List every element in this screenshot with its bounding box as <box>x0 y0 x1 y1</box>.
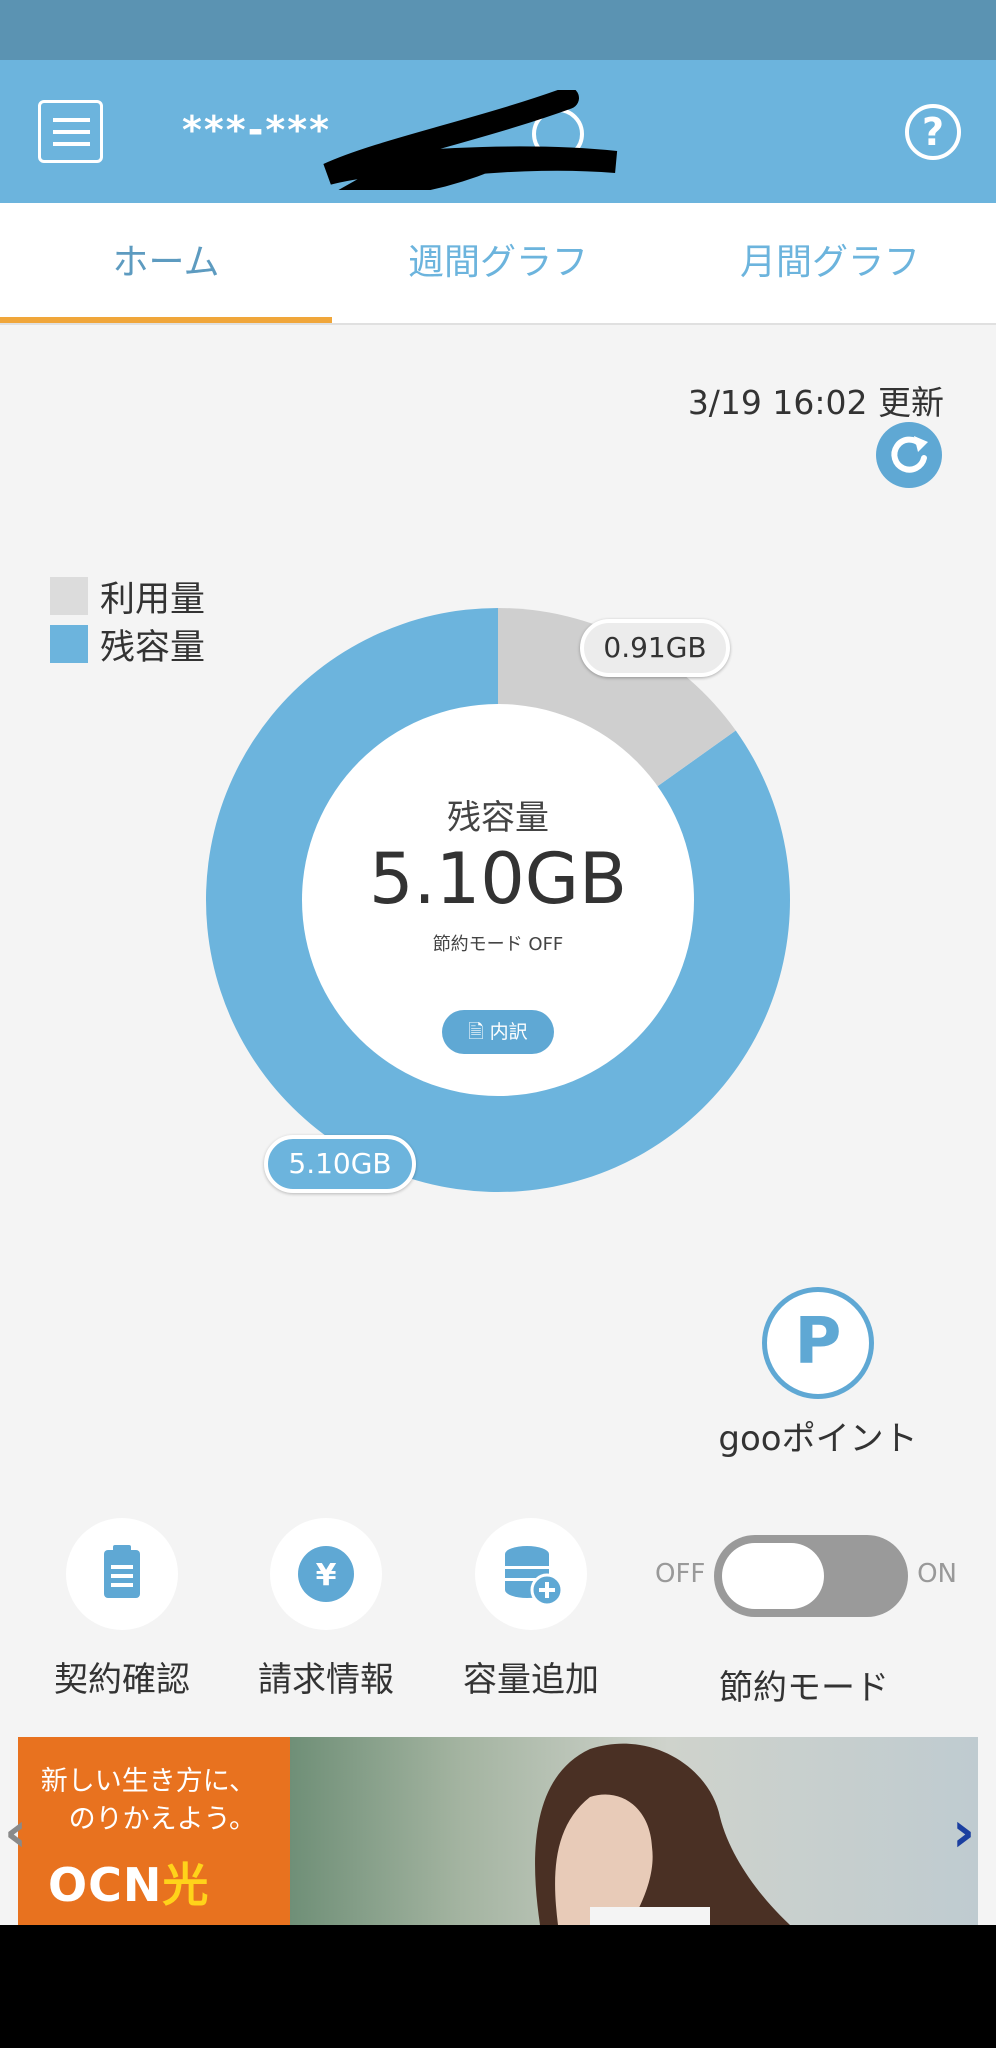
ocn-logo-main: OCN <box>48 1858 163 1912</box>
tab-home[interactable]: ホーム <box>0 203 332 323</box>
tab-weekly-graph[interactable]: 週間グラフ <box>332 203 664 323</box>
clipboard-icon <box>66 1518 178 1630</box>
remaining-value: 5.10GB <box>368 838 628 920</box>
banner-line2: のりかえよう。 <box>68 1804 256 1835</box>
banner-line1: 新しい生き方に、 <box>40 1766 256 1797</box>
account-id[interactable]: ***-*** <box>182 108 331 152</box>
remaining-caption: 残容量 <box>447 798 549 838</box>
banner-tagline: 新しい生き方に、 のりかえよう。 <box>41 1763 256 1839</box>
points-p-icon: P <box>762 1287 874 1399</box>
document-icon: 🗎 <box>468 1021 490 1043</box>
database-add-icon <box>475 1518 587 1630</box>
toggle-knob[interactable] <box>722 1543 824 1609</box>
system-nav-bar <box>0 1925 996 2048</box>
remaining-value-bubble: 5.10GB <box>264 1135 416 1193</box>
carousel-next-icon[interactable]: › <box>952 1800 975 1865</box>
tab-monthly-graph[interactable]: 月間グラフ <box>664 203 996 323</box>
saving-mode-label: 節約モード <box>719 1668 889 1708</box>
goo-points[interactable]: P gooポイント <box>700 1287 936 1460</box>
svg-text:¥: ¥ <box>316 1558 337 1593</box>
breakdown-button[interactable]: 🗎 内訳 <box>442 1010 554 1054</box>
toggle-on-label: ON <box>917 1559 957 1589</box>
carousel-prev-icon[interactable]: ‹ <box>4 1800 27 1865</box>
add-capacity-button[interactable]: 容量追加 <box>446 1518 616 1701</box>
app-header: ***-*** ? <box>0 60 996 203</box>
add-capacity-label: 容量追加 <box>463 1660 599 1700</box>
used-value-bubble: 0.91GB <box>580 619 730 677</box>
ocn-logo: OCN光 <box>48 1849 209 1915</box>
toggle-track[interactable] <box>714 1535 908 1617</box>
saving-mode-status: 節約モード OFF <box>432 934 564 955</box>
last-updated-timestamp: 3/19 16:02 更新 <box>687 383 944 422</box>
ad-banner[interactable]: 新しい生き方に、 のりかえよう。 OCN光 <box>18 1737 978 1925</box>
banner-orange-panel: 新しい生き方に、 のりかえよう。 OCN光 <box>18 1737 290 1925</box>
yen-icon: ¥ <box>270 1518 382 1630</box>
breakdown-label: 内訳 <box>489 1021 528 1043</box>
refresh-icon[interactable] <box>876 422 942 488</box>
contract-check-label: 契約確認 <box>54 1660 190 1700</box>
billing-info-label: 請求情報 <box>258 1660 394 1700</box>
points-label: gooポイント <box>718 1419 918 1459</box>
usage-donut-chart: 残容量 5.10GB 節約モード OFF 🗎 内訳 0.91GB 5.10GB <box>0 600 996 1200</box>
banner-photo <box>290 1737 978 1925</box>
saving-mode-toggle[interactable]: OFF ON <box>652 1535 962 1617</box>
status-bar <box>0 0 996 60</box>
help-circle-icon[interactable]: ? <box>905 104 961 160</box>
toggle-off-label: OFF <box>655 1559 706 1589</box>
redaction-scribble <box>323 90 618 190</box>
tab-bar: ホーム 週間グラフ 月間グラフ <box>0 203 996 325</box>
hamburger-menu-icon[interactable] <box>38 100 103 163</box>
contract-check-button[interactable]: 契約確認 <box>37 1518 207 1701</box>
ocn-logo-accent: 光 <box>162 1858 210 1912</box>
billing-info-button[interactable]: ¥ 請求情報 <box>241 1518 411 1701</box>
